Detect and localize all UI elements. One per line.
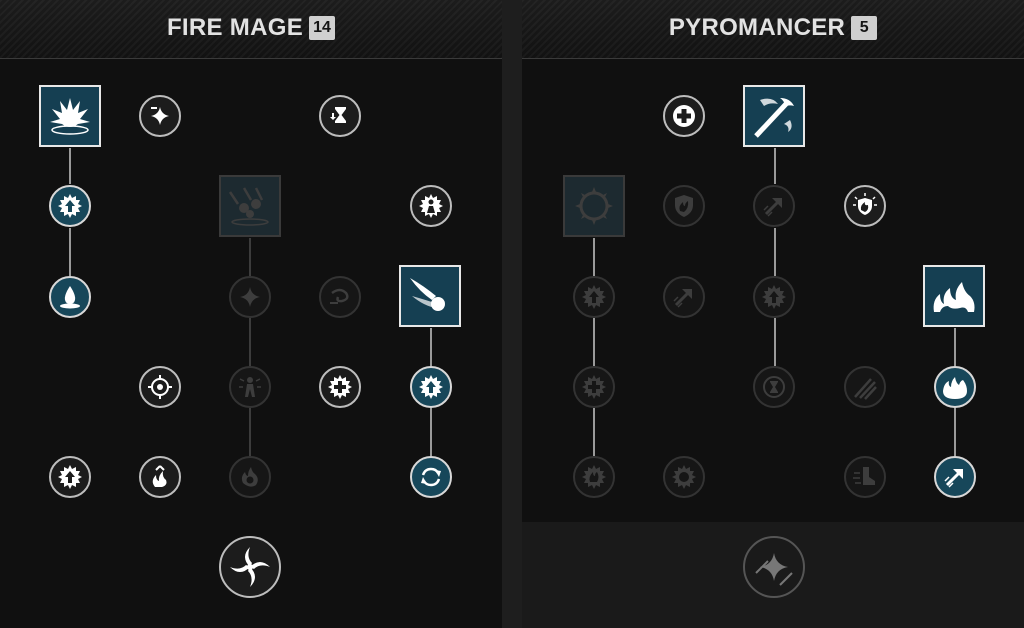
skill-node-figure-star[interactable] xyxy=(410,185,452,227)
skill-node-medic-cross[interactable] xyxy=(663,95,705,137)
skill-node-shield-burst[interactable] xyxy=(844,185,886,227)
skill-node-ring-of-fire[interactable] xyxy=(563,175,625,237)
skull-flame-icon xyxy=(241,467,258,487)
up-arrow-star-icon xyxy=(58,465,82,489)
hourglass-icon xyxy=(763,376,785,398)
shield-flame-icon xyxy=(675,195,693,217)
flame-sword-icon xyxy=(754,98,794,138)
skill-node-claw-slash[interactable] xyxy=(844,366,886,408)
tree-connector xyxy=(430,328,432,366)
tree-connector xyxy=(249,318,251,366)
plus-star-icon xyxy=(582,375,606,399)
skill-node-plus-star[interactable] xyxy=(573,366,615,408)
skill-node-arrow-up-right[interactable] xyxy=(934,456,976,498)
fire-wave-icon xyxy=(933,282,975,312)
tree-connector xyxy=(69,148,71,184)
skill-node-crosshair[interactable] xyxy=(139,366,181,408)
up-arrow-star-icon xyxy=(58,194,82,218)
skill-node-flame-sword[interactable] xyxy=(743,85,805,147)
skill-node-hourglass[interactable] xyxy=(319,95,361,137)
skill-node-shine[interactable] xyxy=(229,276,271,318)
skill-node-meteor-shower[interactable] xyxy=(219,175,281,237)
skill-node-up-arrow-star[interactable] xyxy=(49,185,91,227)
arrow-up-right-icon xyxy=(673,289,692,308)
ultimate-node-swirl[interactable] xyxy=(219,536,281,598)
medic-cross-icon xyxy=(673,105,695,127)
figure-icon xyxy=(239,377,261,397)
tree-connector xyxy=(593,408,595,456)
skill-node-up-arrow-star[interactable] xyxy=(753,276,795,318)
crosshair-icon xyxy=(148,375,172,399)
skill-node-arrow-up-right[interactable] xyxy=(753,185,795,227)
tree-connector xyxy=(593,318,595,366)
skill-node-hourglass[interactable] xyxy=(753,366,795,408)
skill-node-shine-minus[interactable] xyxy=(139,95,181,137)
skill-node-swirl[interactable] xyxy=(319,276,361,318)
shine-minus-icon xyxy=(151,107,169,125)
tree-connector xyxy=(774,228,776,276)
meteor-shower-icon xyxy=(228,187,269,226)
shine-icon xyxy=(240,287,260,307)
skill-node-flame-up[interactable] xyxy=(139,456,181,498)
flame-drop-icon xyxy=(60,286,80,309)
cycle-arrows-icon xyxy=(421,467,441,487)
tree-connector xyxy=(249,408,251,456)
skill-node-cycle-arrows[interactable] xyxy=(410,456,452,498)
plus-star-icon xyxy=(328,375,352,399)
tree-connector xyxy=(774,318,776,366)
skill-node-up-arrow-star[interactable] xyxy=(49,456,91,498)
skill-node-flame-drop[interactable] xyxy=(49,276,91,318)
tree-connector xyxy=(430,408,432,456)
swirl-icon xyxy=(330,288,349,304)
arrow-up-right-icon xyxy=(944,469,963,488)
up-arrow-star-icon xyxy=(762,285,786,309)
shield-burst-icon xyxy=(853,193,877,215)
fire-mage-panel: FIRE MAGE 14 xyxy=(0,0,502,628)
tree-connector xyxy=(954,408,956,456)
figure-star-icon xyxy=(419,194,443,218)
skill-node-up-arrow-star[interactable] xyxy=(410,366,452,408)
hourglass-icon xyxy=(330,107,346,123)
skill-node-fireball[interactable] xyxy=(399,265,461,327)
skill-node-shield-flame[interactable] xyxy=(663,185,705,227)
up-arrow-star-icon xyxy=(582,285,606,309)
skill-node-burst-ring[interactable] xyxy=(663,456,705,498)
pyromancer-tree xyxy=(522,0,1024,628)
tree-connector xyxy=(249,238,251,276)
skill-node-flame-badge[interactable] xyxy=(573,456,615,498)
skill-node-skull-flame[interactable] xyxy=(229,456,271,498)
flames-icon xyxy=(943,377,967,399)
fireball-icon xyxy=(410,278,445,311)
skill-node-plus-star[interactable] xyxy=(319,366,361,408)
flame-badge-icon xyxy=(582,465,606,489)
ultimate-swirl-icon xyxy=(230,547,270,587)
flame-up-icon xyxy=(152,465,167,487)
pyromancer-panel: PYROMANCER 5 xyxy=(522,0,1024,628)
tree-connector xyxy=(69,228,71,276)
arrow-up-right-icon xyxy=(763,198,782,217)
tree-connector xyxy=(593,238,595,276)
skill-node-figure[interactable] xyxy=(229,366,271,408)
skill-node-fire-wave[interactable] xyxy=(923,265,985,327)
skill-node-arrow-up-right[interactable] xyxy=(663,276,705,318)
skill-node-flames[interactable] xyxy=(934,366,976,408)
boot-dash-icon xyxy=(853,467,875,485)
claw-slash-icon xyxy=(854,378,877,400)
fire-burst-icon xyxy=(50,98,90,135)
ultimate-shine-icon xyxy=(755,553,793,586)
ring-of-fire-icon xyxy=(575,187,613,225)
skill-node-fire-burst[interactable] xyxy=(39,85,101,147)
ultimate-node-shine[interactable] xyxy=(743,536,805,598)
skill-node-up-arrow-star[interactable] xyxy=(573,276,615,318)
tree-connector xyxy=(954,328,956,366)
skill-node-boot-dash[interactable] xyxy=(844,456,886,498)
burst-ring-icon xyxy=(672,465,696,489)
tree-connector xyxy=(774,148,776,184)
fire-mage-tree xyxy=(0,0,502,628)
up-arrow-star-icon xyxy=(419,375,443,399)
